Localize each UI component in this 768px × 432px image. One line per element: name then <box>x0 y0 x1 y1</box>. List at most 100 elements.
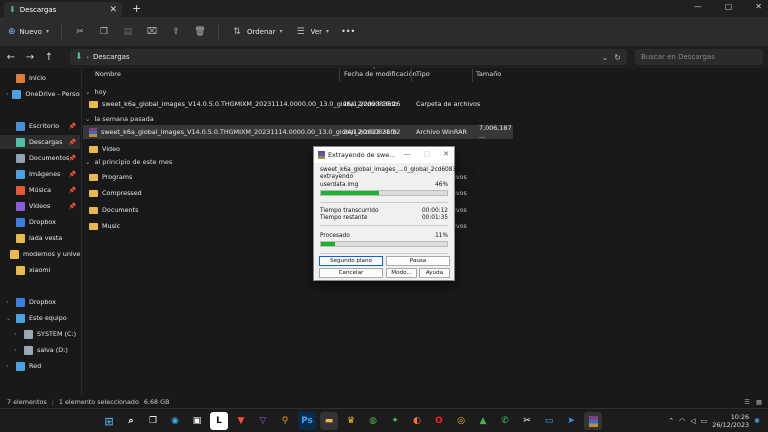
up-arrow-icon[interactable]: ↑ <box>41 52 57 63</box>
sidebar-item-salva-d[interactable]: › salva (D:) <box>0 343 80 357</box>
delete-icon[interactable]: 🗑 <box>194 27 206 37</box>
column-type[interactable]: Tipo <box>416 70 430 78</box>
drive-icon <box>24 345 33 355</box>
chevron-down-icon[interactable]: ⌄ <box>602 53 609 62</box>
sidebar-item-im-genes[interactable]: Imágenes 📌 <box>0 167 80 181</box>
tab-descargas[interactable]: ⬇ Descargas ✕ <box>4 2 122 17</box>
file-explorer-icon[interactable]: ▬ <box>320 412 338 430</box>
letterboxd-icon[interactable]: L <box>210 412 228 430</box>
chevron-up-icon[interactable]: ⌃ <box>668 417 674 425</box>
back-arrow-icon[interactable]: ← <box>3 52 19 63</box>
app-icon[interactable]: ✦ <box>386 412 404 430</box>
refresh-icon[interactable]: ↻ <box>614 53 621 62</box>
maximize-icon[interactable]: ▢ <box>725 2 733 11</box>
volume-icon[interactable]: ◁ <box>690 417 695 425</box>
chevron-right-icon[interactable]: › <box>6 299 12 306</box>
sidebar-item-xiaomi[interactable]: xiaomi <box>0 263 80 277</box>
firefox-icon[interactable]: ◐ <box>408 412 426 430</box>
winrar-taskbar-icon[interactable] <box>584 412 602 430</box>
file-type: Carpeta de archivos <box>416 100 481 108</box>
table-row[interactable]: sweet_k6a_global_images_V14.0.5.0.THGMIX… <box>83 97 513 111</box>
search-input[interactable]: Buscar en Descargas <box>635 49 763 65</box>
cut-icon[interactable]: ✂ <box>74 27 86 37</box>
sidebar-item-escritorio[interactable]: Escritorio 📌 <box>0 119 80 133</box>
column-size[interactable]: Tamaño <box>476 70 501 78</box>
chevron-right-icon[interactable]: › <box>6 91 8 98</box>
tiles-view-icon[interactable]: ▦ <box>756 398 762 406</box>
group-earlier-month[interactable]: ⌄ al principio de este mes <box>85 158 172 166</box>
search-app-icon[interactable]: ⚲ <box>276 412 294 430</box>
table-row[interactable]: sweet_k6a_global_images_V14.0.5.0.THGMIX… <box>83 124 513 140</box>
sidebar-item-red[interactable]: › Red <box>0 359 80 373</box>
brave-icon[interactable]: ▼ <box>232 412 250 430</box>
new-button[interactable]: ⊕ Nuevo ▾ <box>8 27 49 37</box>
edge-icon[interactable]: ◉ <box>166 412 184 430</box>
sidebar-item-inicio[interactable]: Inicio <box>0 71 80 85</box>
opera-icon[interactable]: O <box>430 412 448 430</box>
view-button[interactable]: ☰ Ver ▾ <box>295 27 330 37</box>
sidebar-item-onedrive-persona[interactable]: › OneDrive - Persona <box>0 87 80 101</box>
sidebar-item-videos[interactable]: Videos 📌 <box>0 199 80 213</box>
column-date[interactable]: Fecha de modificación <box>344 70 417 78</box>
minimize-icon[interactable]: — <box>694 2 702 11</box>
sidebar-item-descargas[interactable]: Descargas 📌 <box>0 135 80 149</box>
close-icon[interactable]: ✕ <box>443 150 449 158</box>
photoshop-icon[interactable]: Ps <box>298 412 316 430</box>
sidebar-item-documentos[interactable]: Documentos 📌 <box>0 151 80 165</box>
dialog-divider <box>320 225 448 226</box>
mode-button[interactable]: Modo... <box>386 268 417 278</box>
winamp-icon[interactable]: ♛ <box>342 412 360 430</box>
close-tab-icon[interactable]: ✕ <box>109 5 117 15</box>
sidebar-item-system-c[interactable]: › SYSTEM (C:) <box>0 327 80 341</box>
more-options-icon[interactable]: ••• <box>341 27 355 36</box>
chevron-right-icon[interactable]: › <box>6 363 12 370</box>
background-button[interactable]: Segundo plano <box>319 256 383 266</box>
details-view-icon[interactable]: ☰ <box>744 398 750 406</box>
column-divider[interactable] <box>411 68 412 82</box>
group-last-week[interactable]: ⌄ la semana pasada <box>85 115 154 123</box>
clock[interactable]: 10:26 26/12/2023 <box>712 413 749 429</box>
notification-icon[interactable]: ✺ <box>754 417 760 425</box>
share-icon[interactable]: ⇪ <box>170 27 182 37</box>
pause-button[interactable]: Pausa <box>386 256 450 266</box>
column-name[interactable]: Nombre <box>95 70 121 78</box>
vpn-icon[interactable]: ▽ <box>254 412 272 430</box>
chevron-right-icon[interactable]: › <box>14 347 20 354</box>
paste-icon[interactable]: ▤ <box>122 27 134 37</box>
group-today[interactable]: ⌄ hoy <box>85 88 106 96</box>
sort-button[interactable]: ⇅ Ordenar ▾ <box>231 27 282 37</box>
new-tab-button[interactable]: + <box>132 2 141 15</box>
minimize-icon[interactable]: — <box>404 150 411 158</box>
capcut-icon[interactable]: ✂ <box>518 412 536 430</box>
sidebar-item-dropbox[interactable]: Dropbox <box>0 215 80 229</box>
chrome-icon[interactable]: ◎ <box>452 412 470 430</box>
app-icon[interactable]: ▭ <box>540 412 558 430</box>
rename-icon[interactable]: ⌧ <box>146 27 158 37</box>
copy-icon[interactable]: ❐ <box>98 27 110 37</box>
sidebar-item-modernos-y-univers[interactable]: modernos y univers <box>0 247 80 261</box>
chevron-right-icon[interactable]: › <box>14 331 20 338</box>
wifi-icon[interactable]: ◠ <box>679 417 685 425</box>
sidebar-item-dropbox[interactable]: › Dropbox <box>0 295 80 309</box>
column-divider[interactable] <box>472 68 473 82</box>
search-icon[interactable]: ⌕ <box>122 412 140 430</box>
task-view-icon[interactable]: ❐ <box>144 412 162 430</box>
sidebar-item-este-equipo[interactable]: ⌄ Este equipo <box>0 311 80 325</box>
maximize-icon[interactable]: ▢ <box>424 150 431 158</box>
chevron-down-icon[interactable]: ⌄ <box>6 315 12 322</box>
column-divider[interactable] <box>339 68 340 82</box>
close-window-icon[interactable]: ✕ <box>755 2 762 11</box>
battery-icon[interactable]: ▭ <box>701 417 708 425</box>
whatsapp-icon[interactable]: ✆ <box>496 412 514 430</box>
calendar-app-icon[interactable]: ▣ <box>188 412 206 430</box>
address-bar[interactable]: ⬇ › Descargas ⌄ ↻ <box>70 49 627 65</box>
sidebar-item-lada-vesta[interactable]: lada vesta <box>0 231 80 245</box>
sidebar-item-m-sica[interactable]: Música 📌 <box>0 183 80 197</box>
help-button[interactable]: Ayuda <box>419 268 450 278</box>
app-icon[interactable]: ▲ <box>474 412 492 430</box>
start-icon[interactable]: ⊞ <box>100 412 118 430</box>
cancel-button[interactable]: Cancelar <box>319 268 383 278</box>
telegram-icon[interactable]: ➤ <box>562 412 580 430</box>
xbox-icon[interactable]: ◍ <box>364 412 382 430</box>
forward-arrow-icon[interactable]: → <box>22 52 38 63</box>
